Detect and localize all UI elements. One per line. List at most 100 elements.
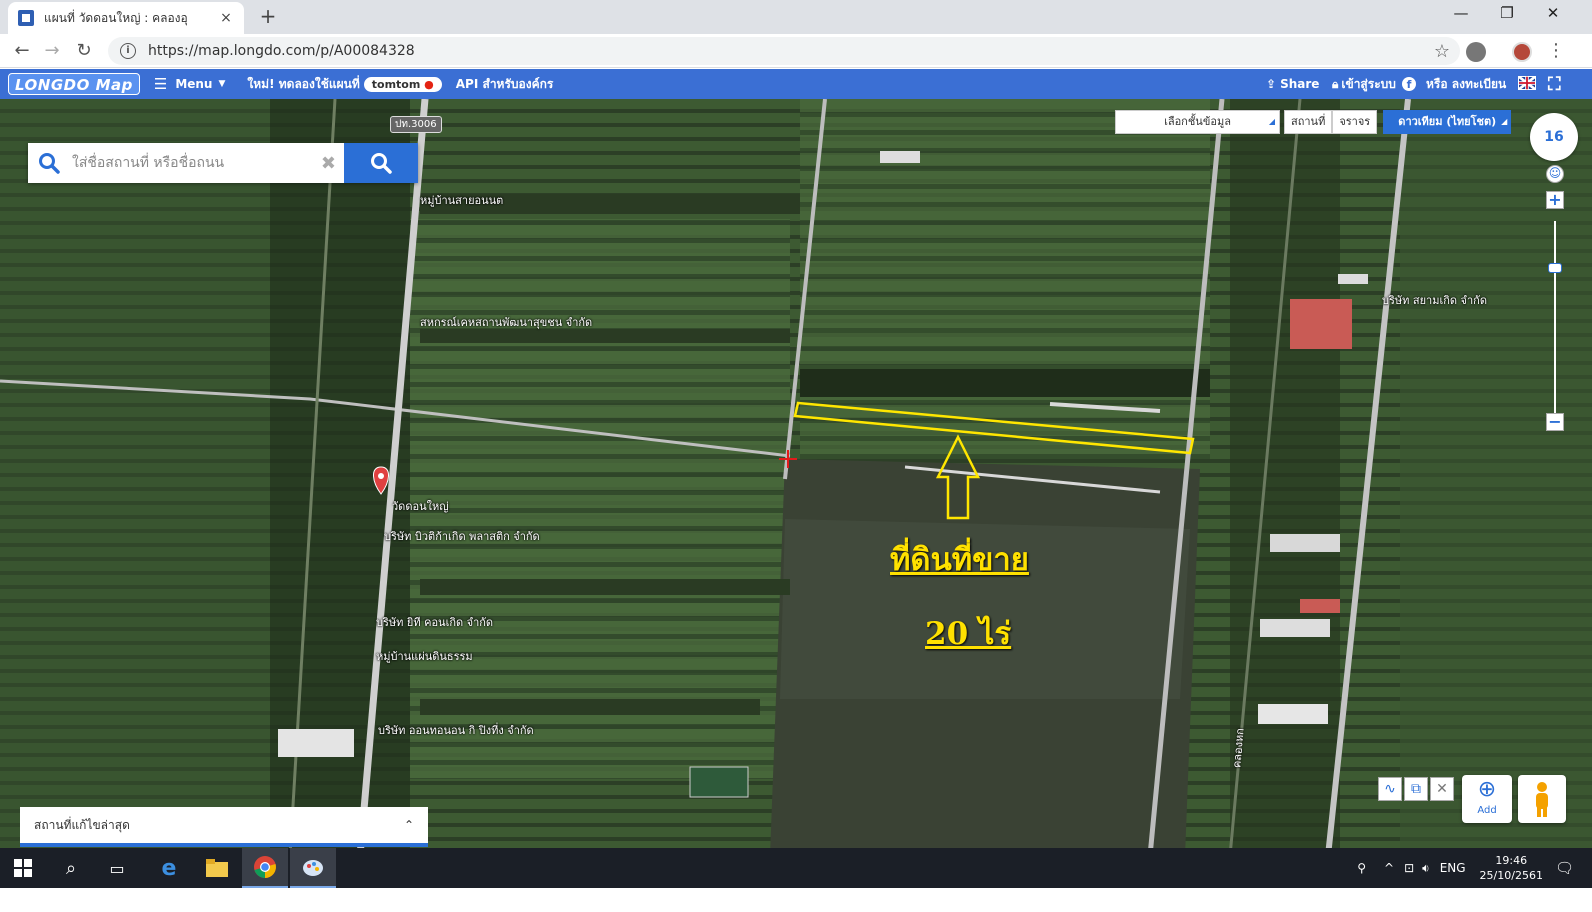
annotation-land-for-sale: ที่ดินที่ขาย <box>890 542 1029 578</box>
map-label-company2[interactable]: บริษัท บิวติก้าเกิด พลาสติก จำกัด <box>384 527 540 545</box>
zoom-control: 16 ☺ + − <box>1530 113 1580 431</box>
corner-caret-icon: ◢ <box>1501 117 1508 126</box>
tab-places[interactable]: สถานที่ <box>1284 110 1333 134</box>
satellite-image <box>0 99 1592 856</box>
zoom-slider-knob[interactable] <box>1548 263 1562 273</box>
forward-arrow-icon[interactable]: → <box>40 39 64 63</box>
uk-flag-icon[interactable] <box>1518 76 1536 90</box>
clear-search-icon[interactable]: ✖ <box>321 153 336 174</box>
map-label-company3[interactable]: บริษัท ยิที คอนเกิด จำกัด <box>376 613 493 631</box>
map-label-village1[interactable]: หมู่บ้านสายอนนต <box>420 191 503 209</box>
bottom-strip <box>0 888 1592 912</box>
map-label-company4[interactable]: บริษัท ออนทอนอน กิ ปิงที่ง จำกัด <box>378 721 534 739</box>
caret-down-icon: ▼ <box>218 79 226 89</box>
map-tools: ∿ ⧉ ✕ <box>1378 777 1456 801</box>
zoom-slider-track[interactable] <box>1554 221 1556 431</box>
new-tab-button[interactable]: + <box>256 4 280 28</box>
search-button-icon <box>371 153 392 174</box>
fullscreen-icon[interactable]: ⛶ <box>1548 69 1561 99</box>
recent-places-panel[interactable]: สถานที่แก้ไขล่าสุด ⌃ <box>20 807 428 847</box>
zoom-out-button[interactable]: − <box>1546 413 1564 431</box>
search-input[interactable]: ใส่ชื่อสถานที่ หรือชื่อถนน ✖ <box>28 143 344 183</box>
longdo-logo[interactable]: LONGDO Map <box>8 73 140 95</box>
file-explorer-icon[interactable] <box>194 848 240 888</box>
login-link[interactable]: 🔒︎ เข้าสู่ระบบ <box>1332 69 1396 99</box>
clear-tool-icon[interactable]: ✕ <box>1430 777 1454 801</box>
people-icon[interactable]: ⚲ <box>1357 861 1366 875</box>
measure-tool-icon[interactable]: ∿ <box>1378 777 1402 801</box>
pedestrian-icon[interactable]: ☺ <box>1546 165 1564 183</box>
facebook-icon[interactable]: f <box>1402 77 1416 91</box>
promo-link[interactable]: ใหม่! ทดลองใช้แผนที่ tomtom ● <box>247 75 442 94</box>
share-button[interactable]: ⇪ Share <box>1266 69 1319 99</box>
base-layer-select[interactable]: ดาวเทียม (ไทยโชต) ◢ <box>1383 110 1512 134</box>
address-bar-row: ← → ↻ i https://map.longdo.com/p/A000843… <box>0 34 1592 68</box>
map-label-company-east[interactable]: บริษัท สยามเกิด จำกัด <box>1382 291 1487 309</box>
chevron-up-icon[interactable]: ^ <box>1384 861 1394 875</box>
search-placeholder: ใส่ชื่อสถานที่ หรือชื่อถนน <box>72 155 225 171</box>
windows-taskbar: ⌕ ▭ e ⚲ ^ ⊡ 🔉︎ ENG 19:46 25/10/2561 🗨︎ <box>0 848 1592 888</box>
network-icon[interactable]: ⊡ <box>1404 861 1414 875</box>
clock[interactable]: 19:46 25/10/2561 <box>1480 853 1543 883</box>
map-label-coop[interactable]: สหกรณ์เคหสถานพัฒนาสุขชน จำกัด <box>420 313 592 331</box>
back-arrow-icon[interactable]: ← <box>10 39 34 63</box>
share-icon: ⇪ <box>1266 77 1277 91</box>
annotation-area: 20 ไร่ <box>925 616 1012 652</box>
search-icon <box>38 152 60 174</box>
share-label: Share <box>1280 77 1320 91</box>
add-place-button[interactable]: ⊕ Add <box>1462 775 1512 823</box>
favicon-icon <box>18 10 34 26</box>
browser-tab[interactable]: แผนที่ วัดดอนใหญ่ : คลองอุ × <box>8 2 244 34</box>
chrome-icon[interactable] <box>242 848 288 888</box>
tomtom-logo: tomtom ● <box>363 76 442 92</box>
restore-button[interactable]: ❐ <box>1484 4 1530 28</box>
search-button[interactable] <box>344 143 418 183</box>
add-label: Add <box>1477 805 1497 816</box>
windows-start-icon[interactable] <box>0 848 46 888</box>
language-indicator[interactable]: ENG <box>1440 861 1466 875</box>
extension-icon[interactable] <box>1466 42 1486 62</box>
bookmark-star-icon[interactable]: ☆ <box>1434 41 1450 62</box>
browser-menu-icon[interactable]: ⋮ <box>1544 39 1568 63</box>
uk-flag-graphic <box>1519 76 1535 90</box>
menu-button[interactable]: ☰ Menu ▼ <box>154 75 226 93</box>
lock-icon: 🔒︎ <box>1332 76 1339 91</box>
tab-traffic[interactable]: จราจร <box>1332 110 1378 134</box>
zoom-in-button[interactable]: + <box>1546 191 1564 209</box>
menu-label: Menu <box>175 77 213 91</box>
clock-date: 25/10/2561 <box>1479 869 1543 882</box>
map-label-temple[interactable]: วัดดอนใหญ่ <box>392 497 449 515</box>
minimize-button[interactable]: — <box>1438 4 1484 28</box>
login-label: เข้าสู่ระบบ <box>1341 76 1396 91</box>
zoom-level: 16 <box>1544 129 1564 145</box>
map-label-village2[interactable]: หมู่บ้านแผ่นดินธรรม <box>376 647 473 665</box>
pan-dial[interactable]: 16 <box>1530 113 1578 161</box>
reload-icon[interactable]: ↻ <box>72 39 96 63</box>
road-tag: ปท.3006 <box>390 116 442 133</box>
register-link[interactable]: หรือ ลงทะเบียน <box>1426 69 1506 99</box>
pegman-icon[interactable] <box>1518 775 1566 823</box>
tab-title: แผนที่ วัดดอนใหญ่ : คลองอุ <box>44 10 188 25</box>
layer-select[interactable]: เลือกชั้นข้อมูล ◢ <box>1115 110 1280 134</box>
task-view-icon[interactable]: ▭ <box>94 848 140 888</box>
edge-browser-icon[interactable]: e <box>146 848 192 888</box>
paint-app-icon[interactable] <box>290 848 336 888</box>
map-label-canal: คลองหก <box>1230 727 1247 769</box>
close-window-button[interactable]: ✕ <box>1530 4 1576 28</box>
map-canvas[interactable]: ปท.3006 หมู่บ้านสายอนนต สหกรณ์เคหสถานพัฒ… <box>0 99 1592 856</box>
area-tool-icon[interactable]: ⧉ <box>1404 777 1428 801</box>
notifications-icon[interactable]: 🗨︎ <box>1555 859 1574 877</box>
expand-panel-icon[interactable]: ⌃ <box>404 818 414 832</box>
url-text[interactable]: https://map.longdo.com/p/A00084328 <box>148 43 1434 59</box>
info-icon[interactable]: i <box>120 43 136 59</box>
recent-places-label: สถานที่แก้ไขล่าสุด <box>34 817 130 832</box>
api-link[interactable]: API สำหรับองค์กร <box>456 75 554 94</box>
url-box[interactable]: i https://map.longdo.com/p/A00084328 ☆ <box>108 37 1460 65</box>
layer-controls: เลือกชั้นข้อมูล ◢ สถานที่ จราจร ดาวเทียม… <box>1115 110 1512 134</box>
profile-avatar[interactable] <box>1512 42 1532 62</box>
hamburger-icon: ☰ <box>153 75 168 93</box>
corner-caret-icon: ◢ <box>1268 117 1275 126</box>
volume-icon[interactable]: 🔉︎ <box>1422 861 1430 876</box>
search-taskbar-icon[interactable]: ⌕ <box>48 848 94 888</box>
close-tab-button[interactable]: × <box>218 10 234 26</box>
